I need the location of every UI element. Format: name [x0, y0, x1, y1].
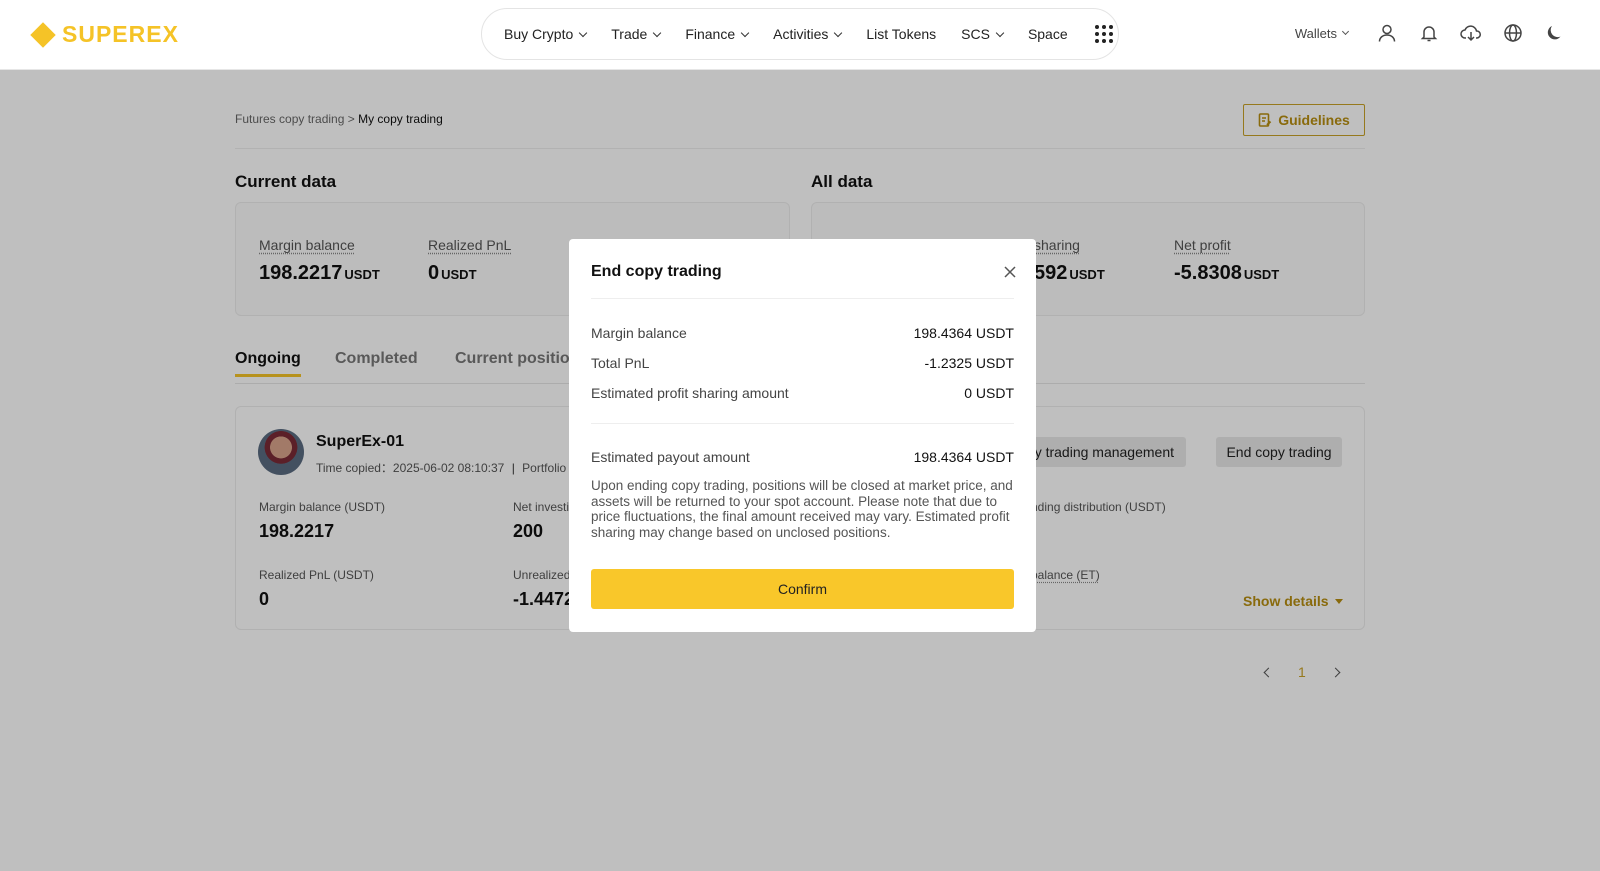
- nav-label: Space: [1027, 26, 1068, 42]
- nav-label: SCS: [961, 26, 990, 42]
- nav-label: List Tokens: [866, 26, 937, 42]
- bell-icon[interactable]: [1418, 22, 1440, 44]
- logo-text: SUPEREX: [62, 21, 179, 47]
- logo-diamond-icon: [30, 21, 56, 48]
- close-icon[interactable]: [1003, 265, 1017, 279]
- modal-divider: [591, 298, 1014, 299]
- wallets-menu[interactable]: Wallets: [1294, 25, 1350, 41]
- chevron-down-icon: [579, 28, 588, 37]
- user-icon[interactable]: [1376, 22, 1398, 44]
- row-value: 0 USDT: [964, 385, 1014, 401]
- row-value: 198.4364 USDT: [913, 449, 1014, 465]
- nav-space[interactable]: Space: [1028, 26, 1068, 42]
- nav-buy-crypto[interactable]: Buy Crypto: [504, 26, 588, 42]
- nav-list-tokens[interactable]: List Tokens: [866, 26, 936, 42]
- confirm-button[interactable]: Confirm: [591, 569, 1014, 609]
- nav-label: Activities: [773, 26, 829, 42]
- modal-note: Upon ending copy trading, positions will…: [591, 478, 1013, 540]
- row-value: 198.4364 USDT: [913, 325, 1014, 341]
- chevron-down-icon: [834, 28, 843, 37]
- chevron-down-icon: [653, 28, 662, 37]
- apps-grid-icon[interactable]: [1094, 25, 1113, 43]
- nav-activities[interactable]: Activities: [773, 26, 843, 42]
- modal-divider: [591, 423, 1014, 424]
- chevron-down-icon: [740, 28, 750, 37]
- row-label: Margin balance: [591, 325, 687, 341]
- row-value: -1.2325 USDT: [924, 355, 1014, 371]
- modal-row-payout: Estimated payout amount 198.4364 USDT: [591, 449, 1014, 465]
- superex-logo[interactable]: SUPEREX: [30, 21, 179, 48]
- nav-trade[interactable]: Trade: [611, 26, 662, 42]
- download-icon[interactable]: [1460, 22, 1482, 44]
- modal-row-total-pnl: Total PnL -1.2325 USDT: [591, 355, 1014, 371]
- nav-scs[interactable]: SCS: [961, 26, 1005, 42]
- globe-icon[interactable]: [1502, 22, 1524, 44]
- nav-label: Trade: [611, 26, 648, 42]
- chevron-down-icon: [1341, 27, 1350, 36]
- nav-label: Buy Crypto: [504, 26, 574, 42]
- top-header: SUPEREX Buy Crypto Trade Finance Activit…: [0, 0, 1600, 70]
- chevron-down-icon: [995, 28, 1005, 37]
- wallets-label: Wallets: [1294, 25, 1337, 41]
- main-nav: Buy Crypto Trade Finance Activities List…: [481, 8, 1119, 60]
- moon-icon[interactable]: [1544, 22, 1566, 44]
- modal-row-margin-balance: Margin balance 198.4364 USDT: [591, 325, 1014, 341]
- row-label: Estimated profit sharing amount: [591, 385, 789, 401]
- nav-finance[interactable]: Finance: [685, 26, 750, 42]
- row-label: Estimated payout amount: [591, 449, 750, 465]
- header-actions: Wallets: [1295, 22, 1566, 44]
- end-copy-trading-modal: End copy trading Margin balance 198.4364…: [569, 239, 1036, 632]
- modal-row-profit-sharing: Estimated profit sharing amount 0 USDT: [591, 385, 1014, 401]
- nav-label: Finance: [685, 26, 736, 42]
- modal-title: End copy trading: [591, 263, 722, 280]
- row-label: Total PnL: [591, 355, 650, 371]
